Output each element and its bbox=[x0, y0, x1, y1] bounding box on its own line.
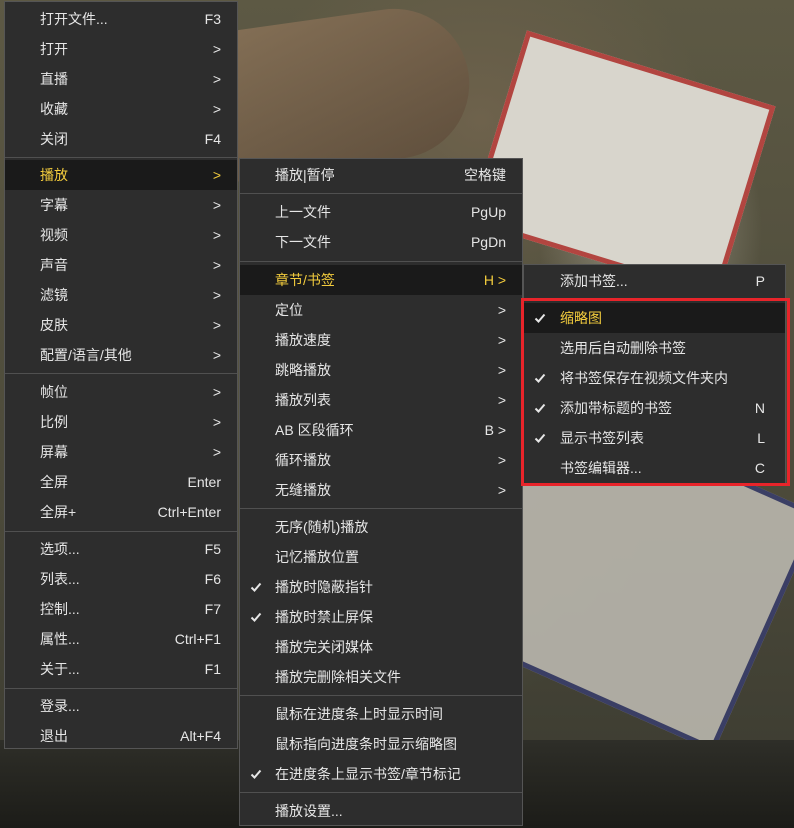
menu-item-audio[interactable]: 声音 > bbox=[5, 250, 237, 280]
menu-item-control[interactable]: 控制... F7 bbox=[5, 594, 237, 624]
menu-item-disable-screensaver[interactable]: 播放时禁止屏保 bbox=[240, 602, 522, 632]
menu-separator bbox=[5, 531, 237, 532]
menu-item-live[interactable]: 直播 > bbox=[5, 64, 237, 94]
menu-item-hide-cursor[interactable]: 播放时隐蔽指针 bbox=[240, 572, 522, 602]
menu-item-chapters-bookmarks[interactable]: 章节/书签 H > bbox=[240, 265, 522, 295]
menu-item-show-bookmark-list[interactable]: 显示书签列表 L bbox=[524, 423, 785, 453]
menu-item-show-time-on-bar[interactable]: 鼠标在进度条上时显示时间 bbox=[240, 699, 522, 729]
checkmark-icon bbox=[250, 612, 262, 622]
menu-item-config-language[interactable]: 配置/语言/其他 > bbox=[5, 340, 237, 370]
checkmark-icon bbox=[534, 313, 546, 323]
checkmark-icon bbox=[250, 769, 262, 779]
checkmark-icon bbox=[534, 373, 546, 383]
menu-item-remember-position[interactable]: 记忆播放位置 bbox=[240, 542, 522, 572]
menu-separator bbox=[5, 688, 237, 689]
menu-item-next-file[interactable]: 下一文件 PgDn bbox=[240, 227, 522, 257]
menu-item-login[interactable]: 登录... bbox=[5, 691, 237, 721]
menu-item-skip-playback[interactable]: 跳略播放 > bbox=[240, 355, 522, 385]
menu-item-skin[interactable]: 皮肤 > bbox=[5, 310, 237, 340]
menu-item-filters[interactable]: 滤镜 > bbox=[5, 280, 237, 310]
checkmark-icon bbox=[534, 433, 546, 443]
bookmark-submenu: 添加书签... P 缩略图 选用后自动删除书签 将书签保存在视频文件夹内 添加带标… bbox=[523, 264, 786, 486]
menu-item-play[interactable]: 播放 > bbox=[5, 160, 237, 190]
menu-item-seamless-playback[interactable]: 无缝播放 > bbox=[240, 475, 522, 505]
menu-separator bbox=[240, 695, 522, 696]
play-submenu: 播放|暂停 空格键 上一文件 PgUp 下一文件 PgDn 章节/书签 H > 定位 > … bbox=[239, 158, 523, 826]
menu-item-close[interactable]: 关闭 F4 bbox=[5, 124, 237, 154]
menu-separator bbox=[240, 508, 522, 509]
menu-item-close-after-play[interactable]: 播放完关闭媒体 bbox=[240, 632, 522, 662]
menu-item-frame[interactable]: 帧位 > bbox=[5, 377, 237, 407]
menu-item-screen[interactable]: 屏幕 > bbox=[5, 437, 237, 467]
menu-item-open[interactable]: 打开 > bbox=[5, 34, 237, 64]
menu-item-about[interactable]: 关于... F1 bbox=[5, 654, 237, 684]
menu-item-properties[interactable]: 属性... Ctrl+F1 bbox=[5, 624, 237, 654]
menu-item-options[interactable]: 选项... F5 bbox=[5, 534, 237, 564]
menu-item-shuffle[interactable]: 无序(随机)播放 bbox=[240, 512, 522, 542]
menu-item-seek[interactable]: 定位 > bbox=[240, 295, 522, 325]
menu-item-ab-loop[interactable]: AB 区段循环 B > bbox=[240, 415, 522, 445]
menu-item-open-file[interactable]: 打开文件... F3 bbox=[5, 4, 237, 34]
menu-item-add-bookmark[interactable]: 添加书签... P bbox=[524, 266, 785, 296]
menu-item-playlist-sub[interactable]: 播放列表 > bbox=[240, 385, 522, 415]
menu-item-previous-file[interactable]: 上一文件 PgUp bbox=[240, 197, 522, 227]
menu-item-exit[interactable]: 退出 Alt+F4 bbox=[5, 721, 237, 751]
menu-item-auto-delete-bookmark[interactable]: 选用后自动删除书签 bbox=[524, 333, 785, 363]
menu-item-bookmark-editor[interactable]: 书签编辑器... C bbox=[524, 453, 785, 483]
menu-separator bbox=[240, 792, 522, 793]
menu-separator bbox=[5, 157, 237, 158]
menu-item-loop-playback[interactable]: 循环播放 > bbox=[240, 445, 522, 475]
menu-item-playback-speed[interactable]: 播放速度 > bbox=[240, 325, 522, 355]
menu-separator bbox=[240, 261, 522, 262]
menu-item-fullscreen-plus[interactable]: 全屏+ Ctrl+Enter bbox=[5, 497, 237, 527]
menu-item-add-titled-bookmark[interactable]: 添加带标题的书签 N bbox=[524, 393, 785, 423]
menu-item-playlist[interactable]: 列表... F6 bbox=[5, 564, 237, 594]
menu-item-play-pause[interactable]: 播放|暂停 空格键 bbox=[240, 160, 522, 190]
main-context-menu: 打开文件... F3 打开 > 直播 > 收藏 > 关闭 F4 播放 > 字幕 > 视频 > 声… bbox=[4, 1, 238, 749]
menu-item-fullscreen[interactable]: 全屏 Enter bbox=[5, 467, 237, 497]
checkmark-icon bbox=[250, 582, 262, 592]
menu-separator bbox=[5, 373, 237, 374]
menu-item-show-bookmarks-on-bar[interactable]: 在进度条上显示书签/章节标记 bbox=[240, 759, 522, 789]
menu-item-video[interactable]: 视频 > bbox=[5, 220, 237, 250]
menu-item-ratio[interactable]: 比例 > bbox=[5, 407, 237, 437]
menu-item-thumbnail[interactable]: 缩略图 bbox=[524, 303, 785, 333]
menu-item-show-thumbnail-on-bar[interactable]: 鼠标指向进度条时显示缩略图 bbox=[240, 729, 522, 759]
menu-item-favorites[interactable]: 收藏 > bbox=[5, 94, 237, 124]
menu-separator bbox=[240, 193, 522, 194]
menu-item-subtitles[interactable]: 字幕 > bbox=[5, 190, 237, 220]
checkmark-icon bbox=[534, 403, 546, 413]
menu-item-delete-after-play[interactable]: 播放完删除相关文件 bbox=[240, 662, 522, 692]
menu-item-save-bookmark-in-folder[interactable]: 将书签保存在视频文件夹内 bbox=[524, 363, 785, 393]
menu-separator bbox=[524, 299, 785, 300]
menu-item-playback-settings[interactable]: 播放设置... bbox=[240, 796, 522, 826]
